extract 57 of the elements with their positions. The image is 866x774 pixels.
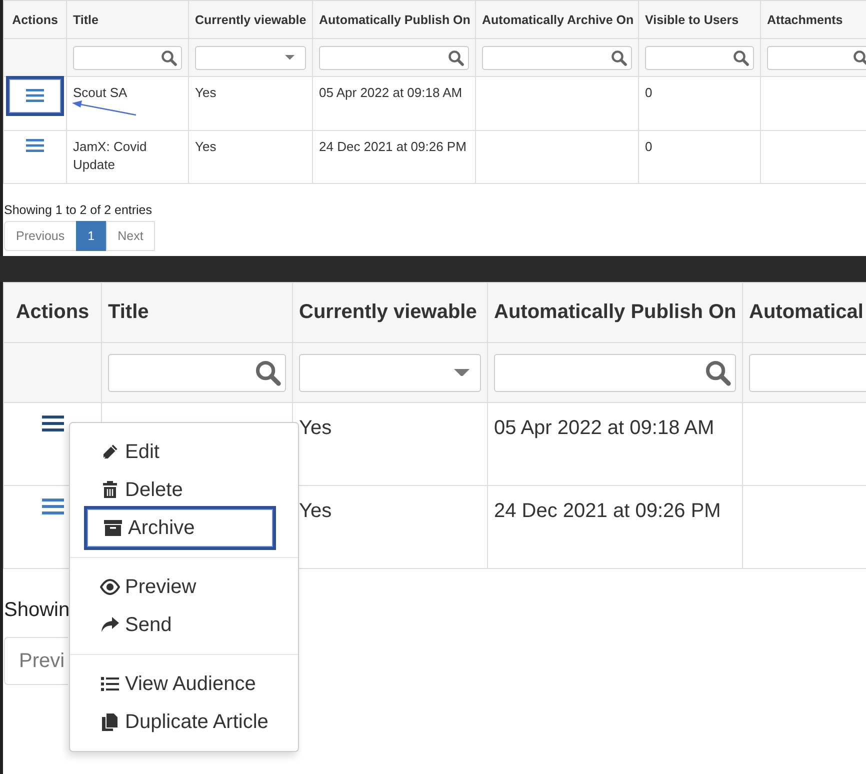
table-cell: 05 Apr 2022 at 09:18 AM: [319, 84, 462, 102]
menu-item[interactable]: Edit: [70, 433, 298, 471]
page-button[interactable]: 1: [76, 221, 107, 251]
menu-item[interactable]: Delete: [70, 471, 298, 509]
search-field[interactable]: [319, 46, 469, 70]
hamburger-icon: [26, 138, 44, 152]
search-field[interactable]: [494, 354, 736, 392]
search-field[interactable]: [645, 46, 754, 70]
table-cell-text: 24 Dec 2021 at 09:26 PM: [494, 499, 721, 524]
search-icon: [611, 50, 627, 66]
column-header: Actions: [12, 12, 58, 26]
table-cell-text: JamX: Covid Update: [73, 138, 148, 174]
trash-icon: [100, 480, 120, 500]
entries-info: Showing 1 to 2 of 2 entries: [4, 203, 152, 217]
column-header[interactable]: Title: [108, 301, 149, 324]
column-header[interactable]: Title: [73, 12, 98, 26]
menu-item[interactable]: Send: [70, 606, 298, 644]
search-icon: [853, 50, 866, 66]
hamburger-icon: [42, 414, 64, 433]
list-icon: [100, 674, 120, 694]
annotation-arrow: [72, 100, 136, 116]
box-icon: [103, 518, 123, 538]
actions-menu-button[interactable]: [6, 76, 64, 116]
menu-item[interactable]: View Audience: [70, 665, 298, 703]
table-cell: 0: [645, 138, 652, 156]
eye-icon: [100, 577, 120, 597]
menu-item[interactable]: Archive: [84, 506, 276, 550]
search-icon: [161, 50, 177, 66]
table-cell: 0: [645, 84, 652, 102]
menu-item[interactable]: Duplicate Article: [70, 703, 298, 741]
hamburger-icon: [26, 89, 44, 102]
search-field[interactable]: [767, 46, 866, 70]
table-cell-text: Yes: [299, 416, 332, 441]
table-cell: Scout SA: [73, 84, 128, 102]
column-header: Actions: [16, 301, 90, 324]
page-button[interactable]: Previ: [4, 637, 68, 685]
search-icon: [705, 360, 731, 386]
search-icon: [733, 50, 749, 66]
table-cell-text: 05 Apr 2022 at 09:18 AM: [494, 416, 714, 441]
table-cell: Yes: [195, 84, 216, 102]
caret-icon: [454, 368, 470, 376]
table-cell-text: Yes: [299, 499, 332, 524]
hamburger-icon: [42, 497, 64, 516]
entries-info: Showin: [4, 598, 70, 622]
copy-icon: [100, 712, 120, 732]
search-field[interactable]: [73, 46, 182, 70]
page-button[interactable]: Previous: [4, 221, 77, 251]
search-field[interactable]: [482, 46, 632, 70]
search-field[interactable]: [108, 354, 286, 392]
search-icon: [255, 360, 281, 386]
page-button[interactable]: Next: [106, 221, 156, 251]
search-icon: [448, 50, 464, 66]
table-cell: 24 Dec 2021 at 09:26 PM: [319, 138, 466, 156]
actions-menu-button[interactable]: [24, 136, 46, 154]
caret-icon: [285, 55, 295, 60]
menu-item[interactable]: Preview: [70, 568, 298, 606]
table-cell: Yes: [195, 138, 216, 156]
